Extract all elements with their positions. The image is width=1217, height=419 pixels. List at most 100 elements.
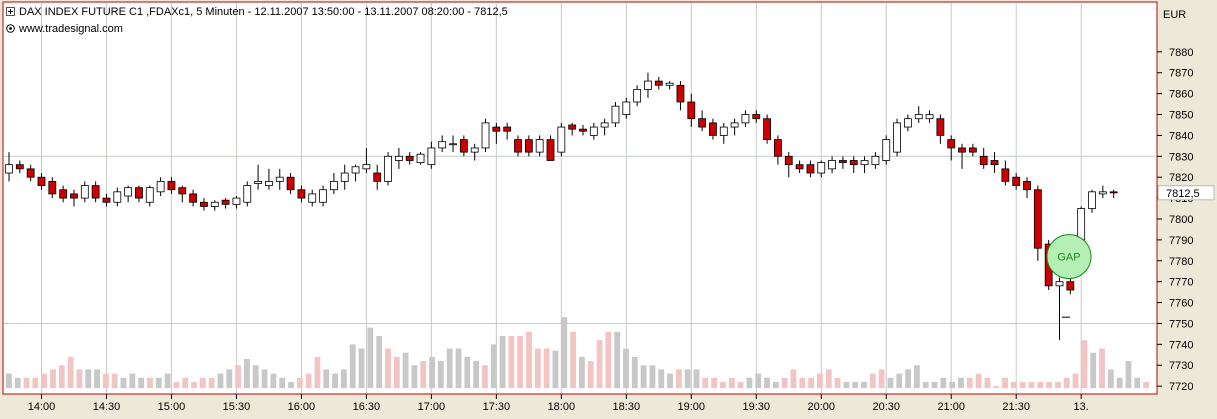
- candle-body: [741, 114, 750, 124]
- volume-bar: [561, 317, 568, 389]
- candle-body: [1098, 191, 1107, 195]
- candle-body: [589, 126, 598, 136]
- candle-body: [763, 118, 771, 140]
- candle-body: [221, 199, 230, 205]
- volume-bar: [323, 369, 330, 389]
- price-tick-label: 7860: [1169, 89, 1193, 101]
- volume-bar: [596, 340, 603, 389]
- volume-bar: [76, 369, 83, 389]
- time-tick-label: 16:00: [288, 401, 316, 413]
- volume-bar: [120, 377, 127, 389]
- candle-body: [687, 101, 696, 120]
- expand-icon[interactable]: [6, 7, 15, 16]
- volume-bar: [1010, 381, 1017, 389]
- volume-bar: [1028, 381, 1035, 389]
- volume-bar: [402, 352, 409, 389]
- volume-bar: [631, 356, 638, 389]
- price-tick-label: 7850: [1169, 110, 1193, 122]
- candle-body: [70, 193, 78, 199]
- volume-bar: [843, 381, 850, 389]
- candle-body: [1055, 281, 1064, 287]
- candle-body: [958, 147, 966, 153]
- volume-bar: [1063, 377, 1070, 389]
- price-tick-label: 7780: [1169, 256, 1193, 268]
- time-tick-label: 14:30: [93, 401, 121, 413]
- candle-body: [340, 172, 349, 182]
- volume-bar: [305, 373, 312, 389]
- candle-body: [979, 155, 988, 166]
- volume-bar: [790, 369, 797, 389]
- volume-bar: [623, 348, 629, 389]
- candle-body: [124, 187, 133, 197]
- volume-bar: [764, 377, 770, 389]
- candle-body: [1023, 180, 1031, 191]
- volume-bar: [147, 377, 153, 389]
- volume-bar: [887, 377, 894, 389]
- time-tick-label: 20:00: [807, 401, 835, 413]
- volume-bar: [217, 373, 224, 389]
- volume-bar: [173, 381, 180, 389]
- candle-body: [676, 84, 685, 103]
- candle-body: [5, 164, 13, 174]
- volume-bar: [67, 356, 74, 389]
- candle-body: [48, 180, 57, 195]
- volume-bar: [32, 377, 39, 389]
- candle-body: [351, 166, 360, 174]
- volume-bar: [1125, 361, 1132, 389]
- volume-bar: [332, 373, 338, 389]
- price-tick-label: 7880: [1169, 47, 1193, 59]
- candle-body: [665, 82, 674, 86]
- volume-bar: [993, 386, 1000, 389]
- candle-body: [503, 126, 512, 132]
- volume-bar: [755, 373, 762, 389]
- candle-body: [449, 143, 457, 146]
- candle-body: [936, 118, 945, 136]
- source-link[interactable]: www.tradesignal.com: [19, 23, 123, 35]
- candle-body: [91, 185, 100, 199]
- volume-bar: [235, 365, 242, 389]
- candle-body: [102, 197, 111, 203]
- volume-bar: [1090, 352, 1097, 389]
- time-tick-label: 15:30: [223, 401, 251, 413]
- candle-body: [774, 139, 782, 157]
- volume-bar: [358, 348, 365, 389]
- candle-body: [903, 118, 912, 128]
- candle-body: [80, 185, 89, 199]
- candle-body: [882, 139, 891, 161]
- candle-body: [1109, 191, 1118, 194]
- candle-body: [730, 122, 739, 128]
- time-tick-label: 17:30: [483, 401, 511, 413]
- volume-bar: [393, 356, 400, 389]
- volume-bar: [896, 373, 903, 389]
- time-tick-label: 13.: [1074, 401, 1089, 413]
- volume-bar: [781, 377, 788, 389]
- candle-body: [535, 139, 544, 153]
- volume-bar: [675, 369, 682, 389]
- candle-body: [156, 180, 165, 193]
- candle-body: [806, 164, 815, 174]
- price-tick-label: 7840: [1169, 130, 1193, 142]
- volume-bar: [658, 369, 665, 389]
- volume-bar: [58, 365, 65, 389]
- candle-body: [405, 155, 414, 161]
- volume-bar: [684, 369, 691, 389]
- candle-body: [568, 124, 577, 130]
- volume-bar: [385, 348, 391, 389]
- volume-bar: [6, 373, 12, 389]
- volume-bar: [772, 381, 779, 389]
- volume-bar: [878, 369, 885, 389]
- candle-body: [37, 176, 46, 186]
- volume-bar: [1143, 381, 1149, 389]
- volume-bar: [129, 373, 136, 389]
- volume-bar: [23, 377, 30, 389]
- volume-bar: [437, 361, 444, 389]
- candle-body: [817, 162, 826, 174]
- candle-body: [1066, 281, 1075, 291]
- volume-bar: [526, 331, 532, 389]
- volume-bar: [340, 369, 347, 389]
- candle-body: [135, 187, 143, 199]
- price-tick-label: 7770: [1169, 277, 1193, 289]
- volume-bar: [1116, 377, 1123, 389]
- time-tick-label: 14:00: [28, 401, 56, 413]
- volume-bar: [296, 377, 303, 389]
